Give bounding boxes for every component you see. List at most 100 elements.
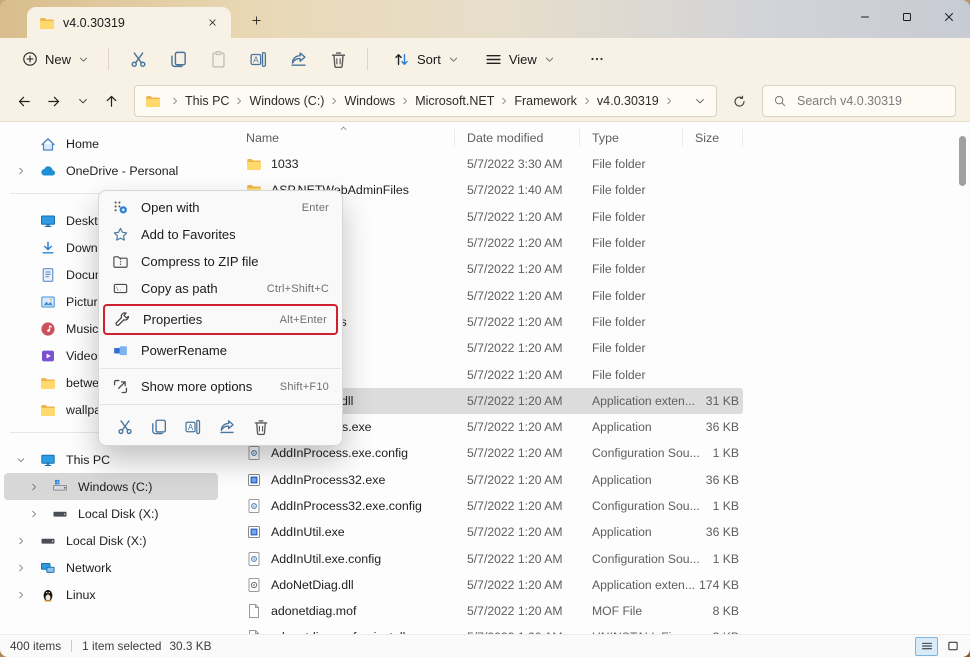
search-box: [762, 85, 956, 117]
sidebar-item[interactable]: Home: [4, 130, 218, 157]
breadcrumb-label: Microsoft.NET: [415, 94, 494, 108]
selection-count: 1 item selected: [82, 639, 161, 653]
cut-icon[interactable]: [115, 417, 134, 436]
file-type: File folder: [580, 341, 683, 355]
paste-button[interactable]: [199, 42, 237, 76]
context-menu-item[interactable]: Show more options Shift+F10: [99, 373, 342, 400]
file-date: 5/7/2022 1:20 AM: [455, 499, 580, 513]
adonetdiag.mof[interactable]: adonetdiag.mof 5/7/2022 1:20 AM MOF File…: [222, 598, 743, 624]
context-menu-item[interactable]: Compress to ZIP file: [99, 248, 342, 275]
context-menu-item[interactable]: Open with Enter: [99, 194, 342, 221]
AdoNetDiag.dll[interactable]: AdoNetDiag.dll 5/7/2022 1:20 AM Applicat…: [222, 572, 743, 598]
new-tab-button[interactable]: [243, 7, 269, 33]
status-separator: [71, 640, 72, 652]
list-view-icon: [921, 640, 933, 652]
explorer-tab[interactable]: v4.0.30319: [27, 7, 231, 38]
breadcrumb-segment[interactable]: Framework: [514, 94, 597, 108]
column-header-type[interactable]: Type: [580, 129, 683, 146]
chevron-icon[interactable]: [29, 482, 39, 492]
column-header-date[interactable]: Date modified: [455, 129, 580, 146]
sidebar-item[interactable]: Local Disk (X:): [4, 500, 218, 527]
sidebar-item-label: Network: [66, 561, 111, 575]
sidebar-item[interactable]: Windows (C:): [4, 473, 218, 500]
tab-close-button[interactable]: [201, 12, 223, 34]
share-icon[interactable]: [217, 417, 236, 436]
sidebar-item[interactable]: Network: [4, 554, 218, 581]
history-dropdown-button[interactable]: [68, 87, 97, 116]
forward-button[interactable]: [39, 87, 68, 116]
context-menu-item[interactable]: Properties Alt+Enter: [103, 304, 338, 335]
menu-item-shortcut: Ctrl+Shift+C: [267, 283, 329, 295]
new-button[interactable]: New: [12, 43, 99, 75]
chevron-icon[interactable]: [29, 509, 39, 519]
file-date: 5/7/2022 1:20 AM: [455, 552, 580, 566]
copy-button[interactable]: [159, 42, 197, 76]
sidebar-item[interactable]: This PC: [4, 446, 218, 473]
chevron-icon[interactable]: [16, 166, 26, 176]
cut-button[interactable]: [119, 42, 157, 76]
content-area: Home OneDrive - Personal Desktop Downloa…: [0, 122, 970, 634]
sidebar-item[interactable]: Linux: [4, 581, 218, 608]
breadcrumb-segment[interactable]: v4.0.30319: [597, 94, 679, 108]
sidebar-item[interactable]: Local Disk (X:): [4, 527, 218, 554]
large-icons-view-toggle[interactable]: [941, 637, 964, 656]
delete-icon[interactable]: [251, 417, 270, 436]
AddInUtil.exe[interactable]: AddInUtil.exe 5/7/2022 1:20 AM Applicati…: [222, 519, 743, 545]
context-menu-item[interactable]: \.. Copy as path Ctrl+Shift+C: [99, 275, 342, 302]
menu-item-label: Copy as path: [141, 281, 218, 296]
sidebar-item-icon: [40, 163, 56, 179]
adonetdiag.mof.uninstall[interactable]: adonetdiag.mof.uninstall 5/7/2022 1:20 A…: [222, 624, 743, 634]
delete-button[interactable]: [319, 42, 357, 76]
sidebar-item-label: Local Disk (X:): [78, 507, 159, 521]
breadcrumb-label: Windows: [344, 94, 395, 108]
file-date: 5/7/2022 1:20 AM: [455, 394, 580, 408]
chevron-icon[interactable]: [16, 455, 26, 465]
menu-item-icon: [112, 226, 129, 243]
column-headers: Name Date modified Type Size: [222, 124, 970, 151]
maximize-button[interactable]: [886, 0, 928, 34]
refresh-button[interactable]: [725, 87, 754, 116]
AddInProcess32.exe[interactable]: AddInProcess32.exe 5/7/2022 1:20 AM Appl…: [222, 467, 743, 493]
up-button[interactable]: [97, 87, 126, 116]
see-more-button[interactable]: [579, 43, 615, 75]
breadcrumb-segment[interactable]: Microsoft.NET: [415, 94, 514, 108]
share-button[interactable]: [279, 42, 317, 76]
breadcrumb-segment[interactable]: Windows (C:): [249, 94, 344, 108]
context-menu-item[interactable]: Add to Favorites: [99, 221, 342, 248]
search-input[interactable]: [795, 93, 919, 109]
view-button[interactable]: View: [475, 43, 565, 75]
sort-label: Sort: [417, 52, 441, 67]
close-button[interactable]: [928, 0, 970, 34]
file-type: MOF File: [580, 604, 683, 618]
details-view-toggle[interactable]: [915, 637, 938, 656]
chevron-icon[interactable]: [16, 563, 26, 573]
chevron-right-icon: [170, 96, 180, 106]
sort-button[interactable]: Sort: [383, 43, 469, 75]
sort-ascending-icon: [338, 123, 349, 134]
sidebar-item[interactable]: OneDrive - Personal: [4, 157, 218, 184]
file-icon: [246, 498, 262, 514]
AddInUtil.exe.config[interactable]: AddInUtil.exe.config 5/7/2022 1:20 AM Co…: [222, 545, 743, 571]
minimize-button[interactable]: [844, 0, 886, 34]
vertical-scrollbar[interactable]: [959, 136, 966, 186]
breadcrumb[interactable]: This PC Windows (C:) Windows Microsoft.N…: [134, 85, 717, 117]
sidebar-item-icon: [40, 560, 56, 576]
quick-action-icon: [116, 418, 134, 436]
close-icon: [942, 10, 956, 24]
back-button[interactable]: [10, 87, 39, 116]
quick-action-icon: [150, 418, 168, 436]
chevron-icon[interactable]: [16, 536, 26, 546]
rename-icon[interactable]: A: [183, 417, 202, 436]
AddInProcess32.exe.config[interactable]: AddInProcess32.exe.config 5/7/2022 1:20 …: [222, 493, 743, 519]
1033[interactable]: 1033 5/7/2022 3:30 AM File folder: [222, 151, 743, 177]
context-menu-item[interactable]: PowerRename: [99, 337, 342, 364]
chevron-icon[interactable]: [16, 590, 26, 600]
file-size: 1 KB: [683, 552, 743, 566]
column-header-size[interactable]: Size: [683, 129, 743, 146]
copy-icon[interactable]: [149, 417, 168, 436]
file-size: 36 KB: [683, 473, 743, 487]
breadcrumb-segment[interactable]: This PC: [185, 94, 249, 108]
breadcrumb-segment[interactable]: Windows: [344, 94, 415, 108]
address-dropdown-icon[interactable]: [694, 95, 706, 107]
rename-button[interactable]: A: [239, 42, 277, 76]
